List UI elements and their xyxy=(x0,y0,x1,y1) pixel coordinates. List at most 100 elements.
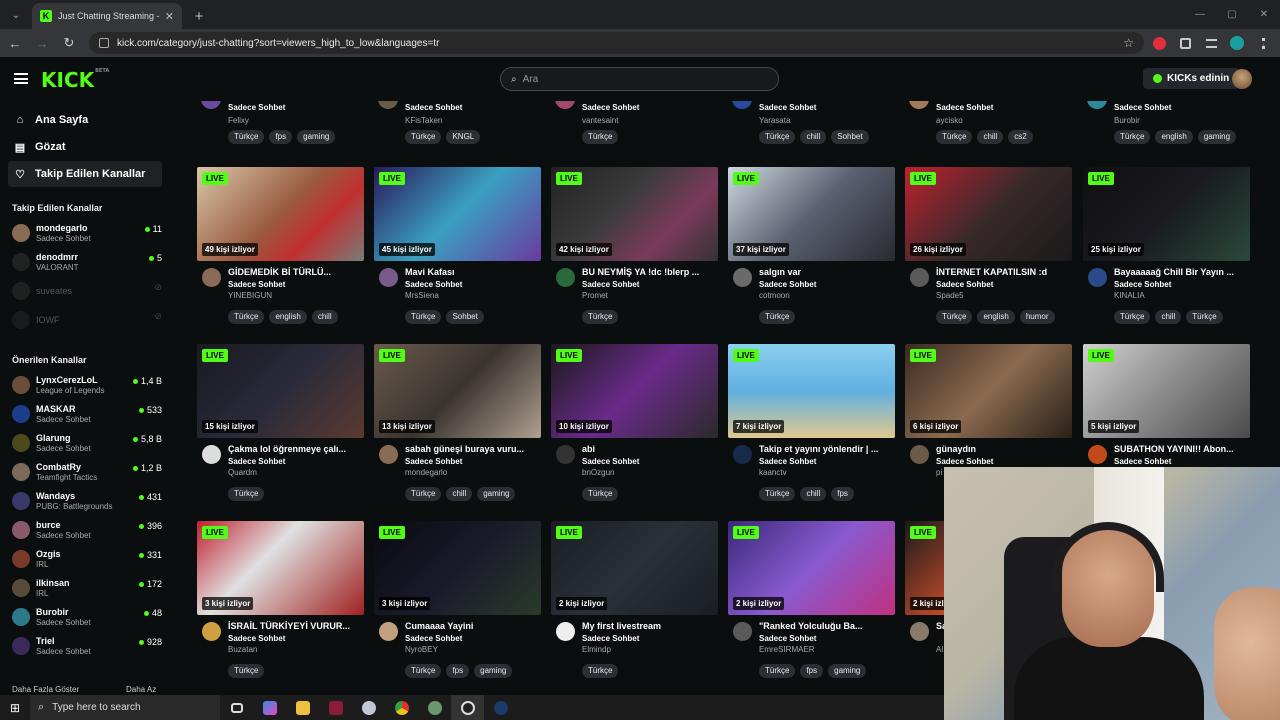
tag[interactable]: gaming xyxy=(1197,130,1237,144)
tag[interactable]: cs2 xyxy=(1008,130,1033,144)
tag[interactable]: gaming xyxy=(828,664,867,678)
site-info-icon[interactable] xyxy=(99,38,109,48)
stream-thumbnail[interactable]: LIVE 13 kişi izliyor xyxy=(374,344,541,438)
channel-avatar[interactable] xyxy=(733,445,752,464)
tag[interactable]: chill xyxy=(311,310,338,324)
copilot-icon[interactable] xyxy=(253,695,286,720)
stream-category[interactable]: Sadece Sohbet xyxy=(759,634,816,643)
stream-thumbnail[interactable]: LIVE 2 kişi izliyor xyxy=(728,521,895,615)
tag[interactable]: Türkçe xyxy=(936,130,973,144)
stream-category[interactable]: Sadece Sohbet xyxy=(405,103,462,112)
stream-title[interactable]: Cumaaaa Yayini xyxy=(405,621,539,631)
reload-icon[interactable]: ↻ xyxy=(57,31,81,55)
tag[interactable]: Türkçe xyxy=(759,310,796,324)
show-less-link[interactable]: Daha Az xyxy=(126,685,156,694)
stream-user[interactable]: KFisTaken xyxy=(405,116,442,125)
tag[interactable]: fps xyxy=(831,487,854,501)
stream-user[interactable]: Spade5 xyxy=(936,291,964,300)
stream-category[interactable]: Sadece Sohbet xyxy=(582,103,639,112)
sidebar-channel[interactable]: Ozgis IRL 331 xyxy=(12,545,162,574)
tag[interactable]: Türkçe xyxy=(582,487,619,501)
browser-tab[interactable]: K Just Chatting Streaming - Live S ✕ xyxy=(32,3,182,29)
tag[interactable]: english xyxy=(269,310,307,324)
stream-user[interactable]: EmreSIRMAER xyxy=(759,645,815,654)
stream-title[interactable]: GİDEMEDİK Bİ TÜRLÜ... xyxy=(228,267,362,277)
tag[interactable]: Türkçe xyxy=(759,130,796,144)
sidebar-channel[interactable]: denodmrr VALORANT 5 xyxy=(12,248,162,277)
stream-category[interactable]: Sadece Sohbet xyxy=(228,103,285,112)
stream-title[interactable]: Çakma lol öğrenmeye çalı... xyxy=(228,444,362,454)
tab-close-icon[interactable]: ✕ xyxy=(165,10,174,23)
sidebar-channel[interactable]: Burobir Sadece Sohbet 48 xyxy=(12,603,162,632)
stream-category[interactable]: Sadece Sohbet xyxy=(582,634,639,643)
app-icon-blue[interactable] xyxy=(352,695,385,720)
stream-user[interactable]: cotmoon xyxy=(759,291,790,300)
tag[interactable]: gaming xyxy=(477,487,516,501)
stream-category[interactable]: Sadece Sohbet xyxy=(759,280,816,289)
tag[interactable]: Türkçe xyxy=(405,130,442,144)
channel-avatar[interactable] xyxy=(1088,445,1107,464)
app-icon-green[interactable] xyxy=(418,695,451,720)
sidebar-channel[interactable]: burce Sadece Sohbet 396 xyxy=(12,516,162,545)
channel-avatar[interactable] xyxy=(379,622,398,641)
obs-icon[interactable] xyxy=(451,695,484,720)
stream-category[interactable]: Sadece Sohbet xyxy=(228,634,285,643)
stream-user[interactable]: Yarasata xyxy=(759,116,790,125)
stream-thumbnail[interactable]: LIVE 3 kişi izliyor xyxy=(374,521,541,615)
stream-thumbnail[interactable]: LIVE 7 kişi izliyor xyxy=(728,344,895,438)
tag[interactable]: Türkçe xyxy=(228,487,265,501)
tag[interactable]: Türkçe xyxy=(582,664,619,678)
channel-avatar[interactable] xyxy=(202,622,221,641)
stream-user[interactable]: kaanctv xyxy=(759,468,787,477)
stream-card[interactable]: LIVE 2 kişi izliyor My first livestream … xyxy=(551,521,718,683)
stream-category[interactable]: Sadece Sohbet xyxy=(936,103,993,112)
minimize-icon[interactable]: — xyxy=(1184,0,1216,29)
stream-thumbnail[interactable]: LIVE 6 kişi izliyor xyxy=(905,344,1072,438)
tag[interactable]: Türkçe xyxy=(582,130,619,144)
stream-category[interactable]: Sadece Sohbet xyxy=(582,457,639,466)
stream-category[interactable]: Sadece Sohbet xyxy=(936,457,993,466)
tag[interactable]: Sohbet xyxy=(446,310,484,324)
stream-thumbnail[interactable]: LIVE 15 kişi izliyor xyxy=(197,344,364,438)
stream-title[interactable]: Bayaaaaağ Chill Bir Yayın ... xyxy=(1114,267,1248,277)
stream-title[interactable]: sabah güneşi buraya vuru... xyxy=(405,444,539,454)
stream-category[interactable]: Sadece Sohbet xyxy=(582,280,639,289)
tag[interactable]: english xyxy=(1155,130,1193,144)
stream-thumbnail[interactable]: LIVE 49 kişi izliyor xyxy=(197,167,364,261)
stream-title[interactable]: BU NEYMİŞ YA !dc !blerp ... xyxy=(582,267,716,277)
sidebar-channel[interactable]: Triel Sadece Sohbet 928 xyxy=(12,632,162,661)
sidebar-channel[interactable]: Wandays PUBG: Battlegrounds 431 xyxy=(12,487,162,516)
stream-category[interactable]: Sadece Sohbet xyxy=(405,457,462,466)
tag[interactable]: Türkçe xyxy=(228,130,265,144)
kick-logo[interactable]: KICKBETA xyxy=(41,68,109,92)
sidebar-nav-2[interactable]: ♡ Takip Edilen Kanallar xyxy=(8,161,162,187)
channel-avatar[interactable] xyxy=(202,268,221,287)
search-input[interactable]: ⌕ Ara xyxy=(500,67,779,91)
stream-title[interactable]: abi xyxy=(582,444,716,454)
stream-category[interactable]: Sadece Sohbet xyxy=(759,103,816,112)
stream-card[interactable]: LIVE 3 kişi izliyor İSRAİL TÜRKİYEYİ VUR… xyxy=(197,521,364,683)
new-tab-button[interactable]: + xyxy=(188,5,210,27)
stream-user[interactable]: pi xyxy=(936,468,942,477)
tag[interactable]: Türkçe xyxy=(228,310,265,324)
stream-user[interactable]: vantesaint xyxy=(582,116,618,125)
stream-category[interactable]: Sadece Sohbet xyxy=(228,457,285,466)
tag[interactable]: fps xyxy=(446,664,470,678)
sidebar-channel[interactable]: suveates ⊘ xyxy=(12,277,162,306)
tag[interactable]: Türkçe xyxy=(405,310,442,324)
profile-avatar-icon[interactable] xyxy=(1226,32,1248,54)
stream-card[interactable]: LIVE 10 kişi izliyor abi Sadece Sohbet b… xyxy=(551,344,718,506)
stream-category[interactable]: Sadece Sohbet xyxy=(1114,280,1171,289)
channel-avatar[interactable] xyxy=(733,622,752,641)
stream-user[interactable]: Burobir xyxy=(1114,116,1140,125)
hamburger-menu-icon[interactable] xyxy=(14,73,28,84)
tag[interactable]: Türkçe xyxy=(1114,310,1151,324)
stream-thumbnail[interactable]: LIVE 10 kişi izliyor xyxy=(551,344,718,438)
channel-avatar[interactable] xyxy=(202,445,221,464)
tag[interactable]: Türkçe xyxy=(228,664,265,678)
stream-thumbnail[interactable]: LIVE 3 kişi izliyor xyxy=(197,521,364,615)
stream-category[interactable]: Sadece Sohbet xyxy=(759,457,816,466)
stream-user[interactable]: YINEBIGUN xyxy=(228,291,272,300)
adblock-extension-icon[interactable] xyxy=(1148,32,1170,54)
stream-title[interactable]: "Ranked Yolculuğu Ba... xyxy=(759,621,893,631)
